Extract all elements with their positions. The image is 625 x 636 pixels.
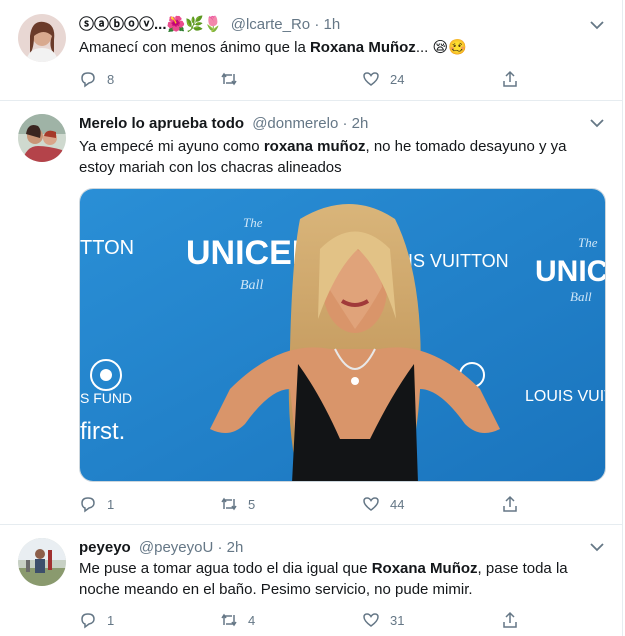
share-button[interactable] [501,610,519,630]
retweet-count: 5 [248,496,256,512]
chevron-down-icon[interactable] [590,118,604,128]
name-emoji: 🌺🌿🌷 [166,16,223,33]
tweet[interactable]: Merelo lo aprueba todo @donmerelo · 2h Y… [0,101,623,525]
share-button[interactable] [501,69,519,89]
reply-button[interactable]: 8 [79,69,114,89]
display-name[interactable]: Merelo lo aprueba todo [79,115,244,132]
svg-text:S FUND: S FUND [80,390,132,406]
separator-dot: · [217,539,223,556]
svg-text:UNIC: UNIC [535,255,606,288]
avatar[interactable] [18,14,66,62]
tweet-actions: 1 4 31 [79,610,529,630]
share-button[interactable] [501,494,519,514]
svg-text:The: The [243,215,263,230]
user-handle[interactable]: @lcarte_Ro [231,16,310,33]
chevron-down-icon[interactable] [590,20,604,30]
tweet[interactable]: ⓢⓐⓑⓞⓥ...🌺🌿🌷 @lcarte_Ro · 1h Amanecí con … [0,0,623,101]
share-icon [503,611,517,628]
retweet-button[interactable] [220,69,248,89]
timestamp[interactable]: 2h [352,115,369,132]
svg-text:IS VUITTON: IS VUITTON [408,251,509,271]
retweet-icon [221,497,237,511]
tweet-photo[interactable]: TTON The UNICEF Ball IS VUITTON The UNIC… [79,188,606,482]
timestamp[interactable]: 2h [227,539,244,556]
reply-count: 1 [107,496,115,512]
retweet-icon [221,613,237,627]
timestamp[interactable]: 1h [324,16,341,33]
share-icon [503,70,517,87]
avatar[interactable] [18,114,66,162]
display-name[interactable]: ⓢⓐⓑⓞⓥ... [79,16,167,33]
display-name[interactable]: peyeyo [79,539,131,556]
separator-dot: · [314,16,320,33]
highlighted-term: Roxana Muñoz [371,560,478,577]
svg-text:LOUIS VUIT: LOUIS VUIT [525,388,606,405]
highlighted-term: roxana muñoz [263,138,366,155]
svg-text:Ball: Ball [240,278,263,293]
reply-icon [81,613,95,629]
reply-count: 1 [107,612,115,628]
highlighted-term: Roxana Muñoz [309,39,416,56]
avatar[interactable] [18,538,66,586]
reply-count: 8 [107,71,115,87]
tweet-actions: 8 24 [79,69,529,89]
retweet-button[interactable]: 4 [220,610,255,630]
tweet-text: Ya empecé mi ayuno como roxana muñoz, no… [79,138,567,176]
tweet[interactable]: peyeyo @peyeyoU · 2h Me puse a tomar agu… [0,525,623,636]
retweet-button[interactable]: 5 [220,494,255,514]
svg-text:first.: first. [80,418,125,445]
retweet-count: 4 [248,612,256,628]
tweet-text: Me puse a tomar agua todo el dia igual q… [79,560,568,598]
like-button[interactable]: 44 [362,494,404,514]
heart-icon [363,497,379,511]
backdrop-text: TTON [80,237,134,259]
retweet-icon [221,72,237,86]
svg-text:Ball: Ball [570,289,592,304]
user-handle[interactable]: @donmerelo [252,115,338,132]
like-button[interactable]: 31 [362,610,404,630]
separator-dot: · [342,115,348,132]
reply-icon [81,72,95,88]
chevron-down-icon[interactable] [590,542,604,552]
tweet-header: peyeyo @peyeyoU · 2h [79,538,582,558]
svg-text:The: The [578,235,598,250]
heart-icon [363,72,379,86]
reply-icon [81,497,95,513]
like-count: 31 [390,612,405,628]
like-button[interactable]: 24 [362,69,404,89]
event-photo: TTON The UNICEF Ball IS VUITTON The UNIC… [80,189,606,481]
user-handle[interactable]: @peyeyoU [139,539,213,556]
reply-button[interactable]: 1 [79,494,114,514]
reply-button[interactable]: 1 [79,610,114,630]
like-count: 24 [390,71,405,87]
tweet-header: Merelo lo aprueba todo @donmerelo · 2h [79,114,582,134]
share-icon [503,495,517,512]
backdrop-text: UNICEF [186,234,313,272]
like-count: 44 [390,496,405,512]
tweet-actions: 1 5 44 [79,494,529,514]
tweet-text: Amanecí con menos ánimo que la Roxana Mu… [79,39,467,56]
heart-icon [363,613,379,627]
tweet-header: ⓢⓐⓑⓞⓥ...🌺🌿🌷 @lcarte_Ro · 1h [79,15,582,35]
